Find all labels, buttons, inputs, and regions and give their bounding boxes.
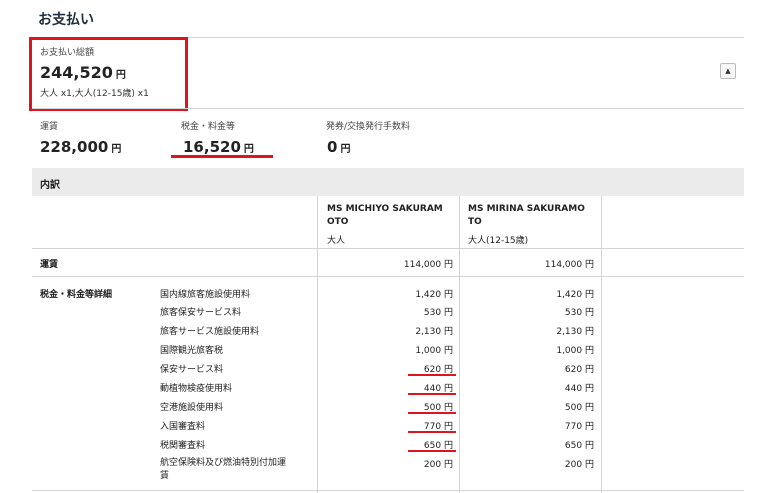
- fee-unit: 円: [340, 144, 351, 155]
- fare-amount: 228,000: [40, 138, 109, 156]
- value-underline: [408, 374, 456, 376]
- fare-row-label: 運賃: [40, 260, 59, 270]
- fee-label: 発券/交換発行手数料: [326, 122, 411, 132]
- tax-item-label: 保安サービス料: [160, 365, 224, 375]
- tax-item-value: 1,000 円: [415, 346, 453, 356]
- tax-item-label: 税関審査料: [160, 441, 206, 451]
- divider: [32, 108, 744, 109]
- taxes-amount: 16,520: [183, 138, 241, 156]
- tax-item-value: 530 円: [564, 308, 594, 318]
- column-divider: [601, 196, 602, 493]
- taxes-unit: 円: [243, 144, 254, 155]
- divider: [32, 248, 744, 249]
- tax-item-label: 航空保険料及び燃油特別付加運 賃: [160, 458, 287, 481]
- tax-item-label: 旅客保安サービス料: [160, 308, 242, 318]
- passenger-1-name: MS MICHIYO SAKURAM OTO: [327, 204, 443, 227]
- tax-item-value: 1,000 円: [556, 346, 594, 356]
- tax-item-value: 2,130 円: [556, 327, 594, 337]
- breakdown-header: [32, 168, 744, 196]
- breakdown-title: 内訳: [40, 180, 60, 191]
- tax-item-label: 国際観光旅客税: [160, 346, 224, 356]
- tax-item-label: 入国審査料: [160, 422, 206, 432]
- taxes-underline: [171, 155, 273, 158]
- divider: [32, 490, 744, 491]
- column-divider: [317, 196, 318, 493]
- fee-amount: 0: [327, 138, 338, 156]
- tax-item-label: 国内線旅客施設使用料: [160, 290, 251, 300]
- total-label: お支払い総額: [40, 48, 95, 58]
- tax-item-value: 1,420 円: [415, 290, 453, 300]
- tax-item-label: 動植物検疫使用料: [160, 384, 233, 394]
- tax-item-value: 620 円: [564, 365, 594, 375]
- section-title: お支払い: [38, 12, 94, 28]
- tax-item-value: 200 円: [564, 460, 594, 470]
- tax-item-value: 440 円: [564, 384, 594, 394]
- taxes-label: 税金・料金等: [181, 122, 236, 132]
- collapse-toggle-icon[interactable]: ▲: [720, 63, 736, 79]
- total-unit: 円: [115, 70, 126, 81]
- passenger-2-name: MS MIRINA SAKURAMO TO: [468, 204, 585, 227]
- fare-label: 運賃: [40, 122, 59, 132]
- passenger-2-type: 大人(12-15歳): [468, 236, 529, 246]
- fare-unit: 円: [111, 144, 122, 155]
- value-underline: [408, 412, 456, 414]
- fee-amount-group: 0円: [327, 137, 350, 156]
- tax-item-value: 500 円: [564, 403, 594, 413]
- fare-row-value: 114,000 円: [544, 260, 594, 270]
- total-amount: 244,520: [40, 63, 113, 82]
- tax-item-value: 1,420 円: [556, 290, 594, 300]
- passenger-1-type: 大人: [327, 236, 346, 246]
- value-underline: [408, 450, 456, 452]
- tax-item-value: 200 円: [423, 460, 453, 470]
- tax-item-value: 770 円: [564, 422, 594, 432]
- tax-item-value: 650 円: [564, 441, 594, 451]
- column-divider: [459, 196, 460, 493]
- fare-amount-group: 228,000 円: [40, 137, 121, 156]
- tax-item-value: 2,130 円: [415, 327, 453, 337]
- total-amount-group: 244,520 円: [40, 63, 126, 82]
- value-underline: [408, 431, 456, 433]
- tax-item-label: 空港施設使用料: [160, 403, 224, 413]
- tax-item-label: 旅客サービス施設使用料: [160, 327, 260, 337]
- taxes-amount-group: 16,520 円: [183, 137, 254, 156]
- fare-row-value: 114,000 円: [403, 260, 453, 270]
- total-passengers: 大人 x1,大人(12-15歳) x1: [40, 89, 149, 99]
- tax-group-label: 税金・料金等詳細: [40, 290, 113, 300]
- value-underline: [408, 393, 456, 395]
- divider: [32, 276, 744, 277]
- tax-item-value: 530 円: [423, 308, 453, 318]
